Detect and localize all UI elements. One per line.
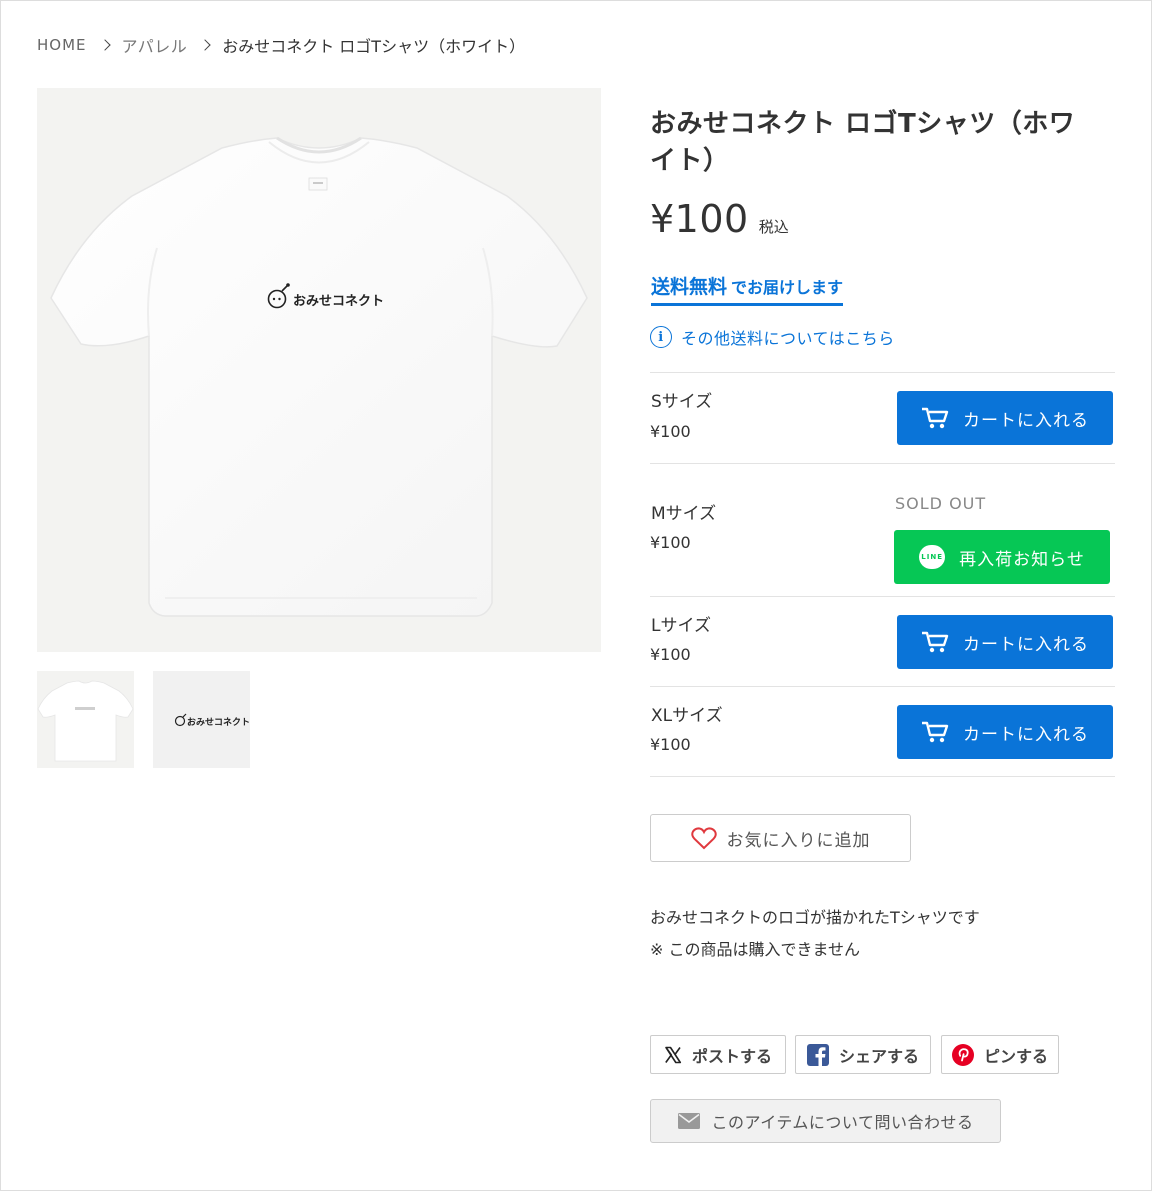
divider [650, 596, 1115, 597]
print-logo-text: おみせコネクト [293, 294, 385, 309]
share-facebook-button[interactable]: シェアする [795, 1035, 931, 1074]
contact-about-item-button[interactable]: このアイテムについて問い合わせる [650, 1099, 1001, 1143]
tshirt-illustration [50, 136, 588, 617]
share-pinterest-label: ピンする [983, 1046, 1048, 1066]
thumbnail-2[interactable]: おみせコネクト [153, 671, 250, 768]
variant-price-xl: ¥100 [650, 735, 691, 754]
add-to-cart-label: カートに入れる [963, 410, 1089, 431]
variant-price-m: ¥100 [650, 533, 691, 552]
cart-icon [922, 721, 949, 743]
shipping-info-text: その他送料についてはこちら [681, 329, 895, 348]
tshirt-thumbnail-image [37, 680, 134, 762]
divider [650, 463, 1115, 464]
mail-icon [677, 1113, 700, 1129]
facebook-icon [806, 1043, 829, 1066]
variant-price-l: ¥100 [650, 645, 691, 664]
restock-notify-button-m[interactable]: LINE 再入荷お知らせ [894, 530, 1110, 584]
variant-name-l: Lサイズ [651, 616, 711, 636]
contact-label: このアイテムについて問い合わせる [711, 1113, 974, 1132]
thumbnail-1[interactable] [37, 671, 134, 768]
sold-out-label: SOLD OUT [895, 494, 987, 513]
add-to-cart-label: カートに入れる [963, 724, 1089, 745]
add-to-favorites-button[interactable]: お気に入りに追加 [650, 814, 911, 862]
add-to-cart-button-l[interactable]: カートに入れる [897, 615, 1113, 669]
free-shipping-banner: 送料無料 でお届けします [651, 272, 844, 306]
breadcrumb: HOME アパレル おみせコネクト ロゴTシャツ（ホワイト） [37, 33, 525, 57]
x-logo-icon [665, 1046, 682, 1063]
product-price: ¥100 [650, 197, 749, 241]
add-to-cart-label: カートに入れる [963, 634, 1089, 655]
share-x-button[interactable]: ポストする [650, 1035, 786, 1074]
share-pinterest-button[interactable]: ピンする [941, 1035, 1059, 1074]
product-description: おみせコネクトのロゴが描かれたTシャツです ※ この商品は購入できません [650, 902, 980, 966]
divider [650, 686, 1115, 687]
breadcrumb-current: おみせコネクト ロゴTシャツ（ホワイト） [222, 37, 526, 56]
add-to-cart-button-xl[interactable]: カートに入れる [897, 705, 1113, 759]
cart-icon [922, 407, 949, 429]
breadcrumb-home[interactable]: HOME [37, 36, 87, 54]
shipping-info-link[interactable]: i その他送料についてはこちら [650, 325, 895, 349]
variant-name-xl: XLサイズ [651, 706, 723, 726]
divider [650, 776, 1115, 777]
description-line: おみせコネクトのロゴが描かれたTシャツです [650, 908, 980, 927]
tax-label: 税込 [758, 218, 789, 236]
chevron-right-icon [199, 39, 211, 51]
line-icon: LINE [919, 545, 946, 569]
cart-icon [922, 631, 949, 653]
pinterest-icon [951, 1043, 974, 1066]
variant-name-s: Sサイズ [651, 392, 713, 412]
description-note: ※ この商品は購入できません [650, 940, 861, 959]
free-shipping-rest: でお届けします [731, 278, 844, 297]
restock-notify-label: 再入荷お知らせ [959, 549, 1085, 570]
share-facebook-label: シェアする [838, 1046, 919, 1066]
logo-closeup-text: おみせコネクト [187, 718, 250, 728]
chevron-right-icon [98, 39, 111, 51]
heart-icon [690, 826, 717, 849]
add-to-cart-button-s[interactable]: カートに入れる [897, 391, 1113, 445]
product-title: おみせコネクト ロゴTシャツ（ホワイト） [650, 109, 1076, 176]
info-icon: i [650, 326, 672, 348]
product-main-image[interactable]: おみせコネクト [37, 88, 601, 652]
variant-name-m: Mサイズ [651, 504, 717, 524]
variant-price-s: ¥100 [650, 422, 691, 441]
favorite-label: お気に入りに追加 [726, 830, 871, 851]
divider [650, 372, 1115, 373]
share-x-label: ポストする [691, 1046, 772, 1066]
free-shipping-label: 送料無料 [651, 276, 728, 298]
price-row: ¥100 税込 [650, 197, 789, 241]
breadcrumb-category[interactable]: アパレル [122, 33, 188, 57]
